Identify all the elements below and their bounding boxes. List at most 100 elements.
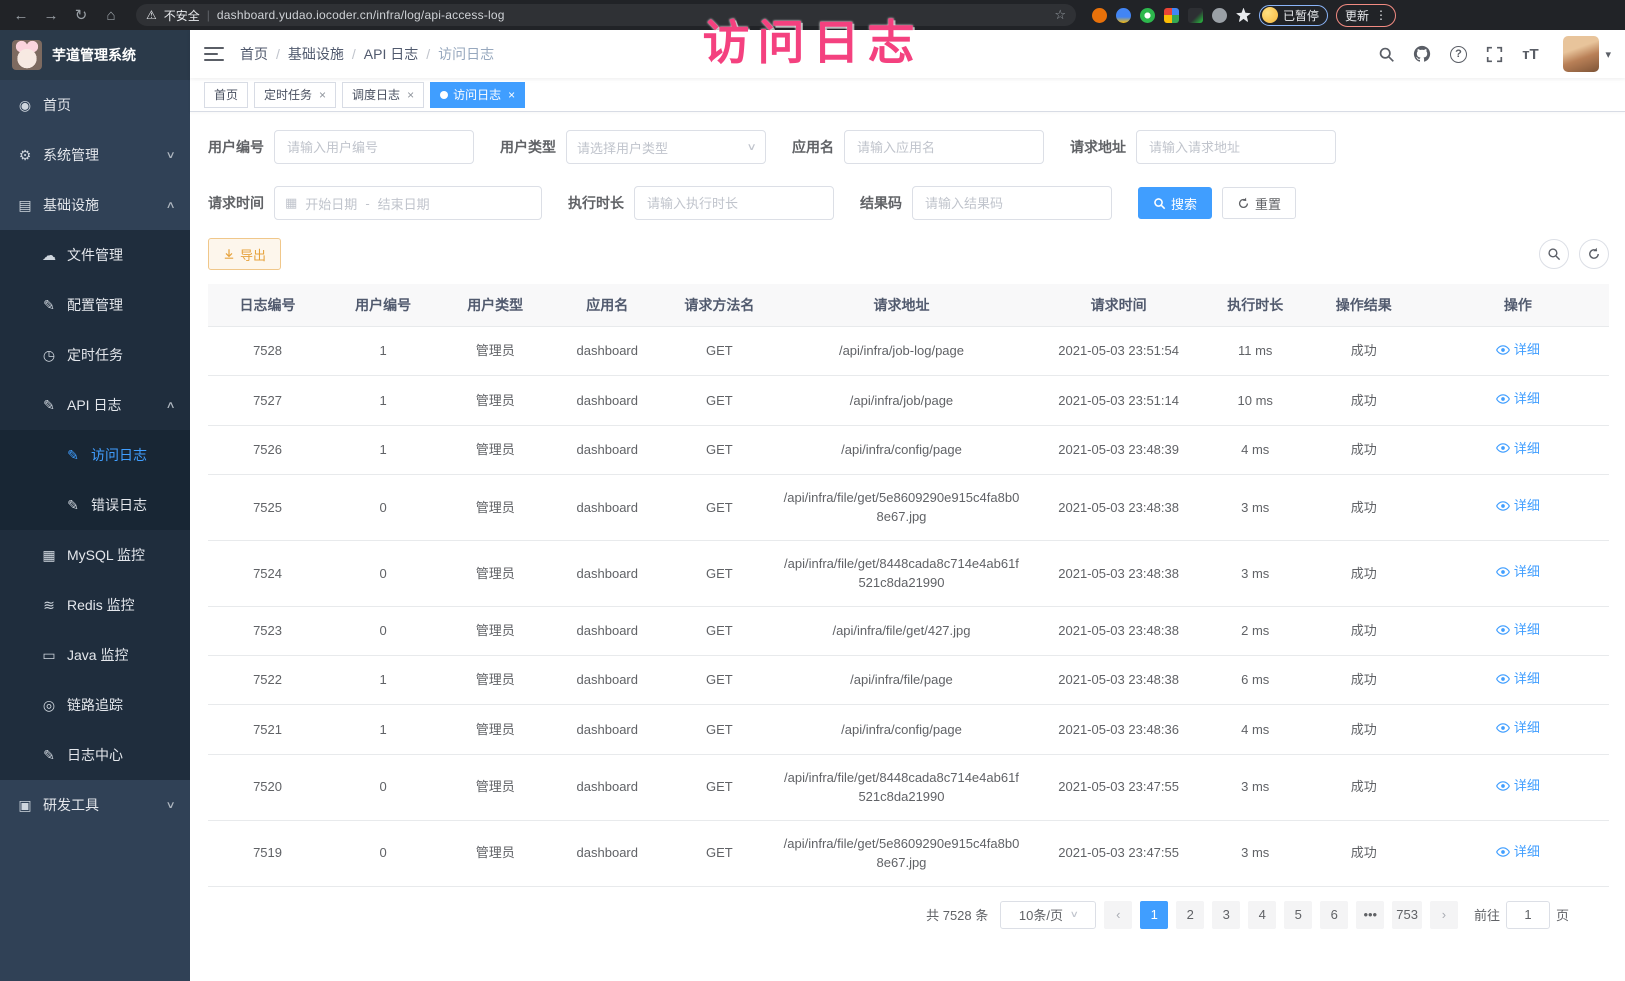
sidebar-item-error-log[interactable]: ✎错误日志 <box>0 480 190 530</box>
detail-link[interactable]: 详细 <box>1496 439 1540 459</box>
extension-icon-star[interactable] <box>1236 8 1251 23</box>
extension-icon-grid[interactable] <box>1164 8 1179 23</box>
sidebar-item-mysql-monitor[interactable]: ▦MySQL 监控 <box>0 530 190 580</box>
cell-app: dashboard <box>551 540 663 606</box>
page-button-753[interactable]: 753 <box>1392 901 1422 929</box>
breadcrumb-item[interactable]: API 日志 <box>364 44 418 64</box>
close-icon[interactable]: × <box>407 88 414 102</box>
cell-actions: 详细 <box>1427 754 1609 820</box>
github-icon[interactable] <box>1413 45 1431 63</box>
tab-首页[interactable]: 首页 <box>204 82 248 108</box>
reload-icon[interactable]: ↻ <box>70 6 92 24</box>
detail-link[interactable]: 详细 <box>1496 620 1540 640</box>
cell-user_type: 管理员 <box>439 820 551 886</box>
close-icon[interactable]: × <box>319 88 326 102</box>
extension-icon-gray[interactable] <box>1212 8 1227 23</box>
sidebar-item-home[interactable]: ◉首页 <box>0 80 190 130</box>
hamburger-icon[interactable] <box>204 47 224 61</box>
cell-method: GET <box>663 656 775 705</box>
cell-method: GET <box>663 705 775 754</box>
forward-icon[interactable]: → <box>40 7 62 24</box>
help-icon[interactable]: ? <box>1449 45 1467 63</box>
page-button-5[interactable]: 5 <box>1284 901 1312 929</box>
breadcrumb-item[interactable]: 基础设施 <box>288 44 344 64</box>
duration-input[interactable] <box>634 186 834 220</box>
cell-time: 2021-05-03 23:48:39 <box>1028 425 1210 474</box>
bookmark-star-icon[interactable]: ☆ <box>1054 7 1066 23</box>
cell-app: dashboard <box>551 705 663 754</box>
extension-icon-blue-shield[interactable] <box>1116 8 1131 23</box>
sidebar-item-scheduled-job[interactable]: ◷定时任务 <box>0 330 190 380</box>
user-id-input[interactable] <box>274 130 474 164</box>
sidebar-item-java-monitor[interactable]: ▭Java 监控 <box>0 630 190 680</box>
detail-link[interactable]: 详细 <box>1496 718 1540 738</box>
sidebar-item-dev-tools[interactable]: ▣研发工具∨ <box>0 780 190 830</box>
page-button-6[interactable]: 6 <box>1320 901 1348 929</box>
sidebar-logo[interactable]: 芋道管理系统 <box>0 30 190 80</box>
kebab-menu-icon[interactable]: ⋮ <box>1375 8 1387 22</box>
sidebar-item-file-manage[interactable]: ☁文件管理 <box>0 230 190 280</box>
extension-icon-dark-green[interactable] <box>1188 8 1203 23</box>
tab-定时任务[interactable]: 定时任务× <box>254 82 336 108</box>
cell-result: 成功 <box>1301 820 1427 886</box>
sidebar-item-redis-monitor[interactable]: ≋Redis 监控 <box>0 580 190 630</box>
sidebar-item-infra[interactable]: ▤基础设施∧ <box>0 180 190 230</box>
fullscreen-icon[interactable] <box>1485 45 1503 63</box>
extension-icon-green[interactable] <box>1140 8 1155 23</box>
page-ellipsis[interactable]: ••• <box>1356 901 1384 929</box>
user-menu[interactable]: ▾ <box>1563 36 1611 72</box>
search-icon[interactable] <box>1377 45 1395 63</box>
sidebar-item-system[interactable]: ⚙系统管理∨ <box>0 130 190 180</box>
detail-link[interactable]: 详细 <box>1496 776 1540 796</box>
detail-link[interactable]: 详细 <box>1496 389 1540 409</box>
page-button-4[interactable]: 4 <box>1248 901 1276 929</box>
cell-result: 成功 <box>1301 606 1427 655</box>
refresh-button[interactable] <box>1579 239 1609 269</box>
sidebar-item-log-center[interactable]: ✎日志中心 <box>0 730 190 780</box>
detail-link[interactable]: 详细 <box>1496 842 1540 862</box>
goto-page-input[interactable] <box>1506 901 1550 929</box>
font-size-icon[interactable]: тT <box>1521 45 1539 63</box>
home-icon[interactable]: ⌂ <box>100 7 122 24</box>
page-button-2[interactable]: 2 <box>1176 901 1204 929</box>
page-button-3[interactable]: 3 <box>1212 901 1240 929</box>
extension-icon-orange[interactable] <box>1092 8 1107 23</box>
cell-user_type: 管理员 <box>439 705 551 754</box>
profile-paused-badge[interactable]: 已暂停 <box>1259 5 1328 26</box>
breadcrumb-item[interactable]: 首页 <box>240 44 268 64</box>
tab-调度日志[interactable]: 调度日志× <box>342 82 424 108</box>
table-row: 75240管理员dashboardGET/api/infra/file/get/… <box>208 540 1609 606</box>
prev-page-button[interactable]: ‹ <box>1104 901 1132 929</box>
back-icon[interactable]: ← <box>10 7 32 24</box>
cloud-upload-icon: ☁ <box>40 247 58 264</box>
sidebar-item-trace[interactable]: ◎链路追踪 <box>0 680 190 730</box>
next-page-button[interactable]: › <box>1430 901 1458 929</box>
detail-link[interactable]: 详细 <box>1496 496 1540 516</box>
log-icon: ✎ <box>64 497 82 514</box>
address-bar[interactable]: ⚠ 不安全 | dashboard.yudao.iocoder.cn/infra… <box>136 4 1076 26</box>
tab-访问日志[interactable]: 访问日志× <box>430 82 525 108</box>
cell-app: dashboard <box>551 327 663 376</box>
detail-link[interactable]: 详细 <box>1496 340 1540 360</box>
request-url-input[interactable] <box>1136 130 1336 164</box>
reset-button[interactable]: 重置 <box>1222 187 1296 219</box>
app-name-input[interactable] <box>844 130 1044 164</box>
search-button[interactable]: 搜索 <box>1138 187 1212 219</box>
paused-label: 已暂停 <box>1283 7 1319 24</box>
result-code-input[interactable] <box>912 186 1112 220</box>
sidebar-item-config-manage[interactable]: ✎配置管理 <box>0 280 190 330</box>
detail-link[interactable]: 详细 <box>1496 669 1540 689</box>
toggle-search-button[interactable] <box>1539 239 1569 269</box>
page-button-1[interactable]: 1 <box>1140 901 1168 929</box>
request-time-range-picker[interactable]: ▦ 开始日期 - 结束日期 <box>274 186 542 220</box>
close-icon[interactable]: × <box>508 88 515 102</box>
export-button[interactable]: 导出 <box>208 238 281 270</box>
column-header: 操作结果 <box>1301 284 1427 327</box>
user-type-select[interactable]: 请选择用户类型 ∨ <box>566 130 766 164</box>
browser-update-button[interactable]: 更新 ⋮ <box>1336 4 1396 27</box>
sidebar-item-api-log[interactable]: ✎API 日志∧ <box>0 380 190 430</box>
cell-user_type: 管理员 <box>439 425 551 474</box>
detail-link[interactable]: 详细 <box>1496 562 1540 582</box>
page-size-select[interactable]: 10条/页 ∨ <box>1000 901 1096 929</box>
sidebar-item-access-log[interactable]: ✎访问日志 <box>0 430 190 480</box>
